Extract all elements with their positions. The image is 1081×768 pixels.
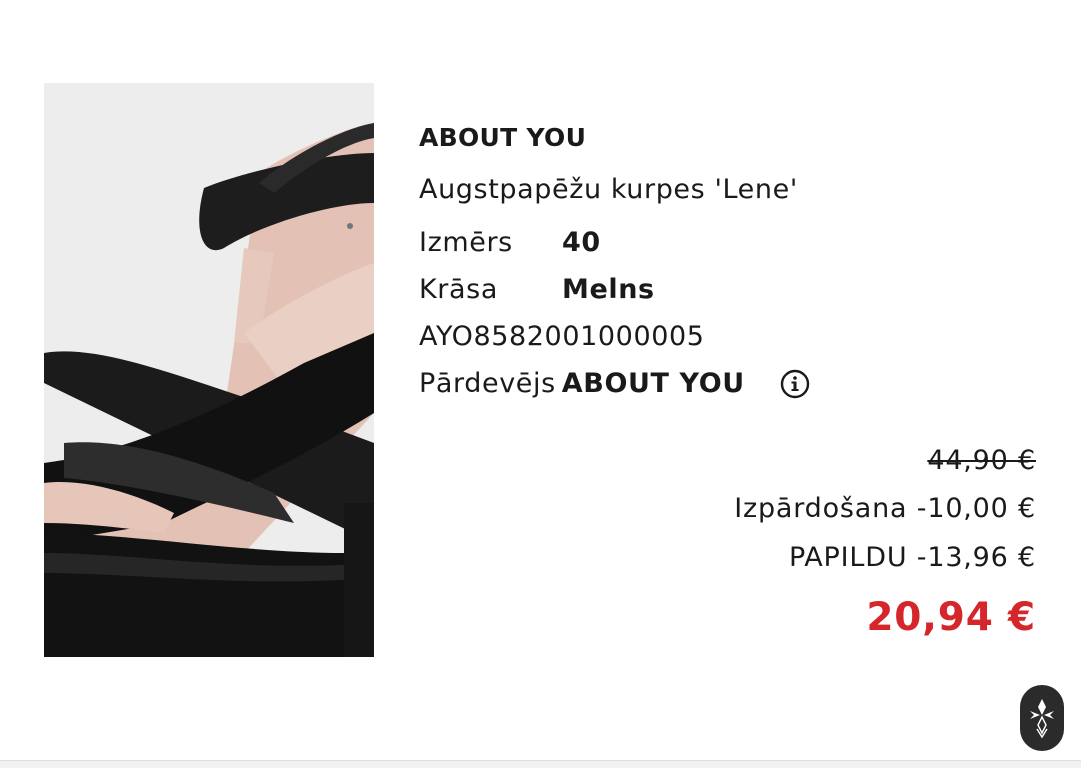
product-name[interactable]: Augstpapēžu kurpes 'Lene' [419,171,1039,209]
product-image[interactable] [44,83,374,657]
bottom-divider [0,760,1081,768]
assistant-button[interactable] [1020,685,1064,751]
sandal-image [44,83,374,657]
product-info: ABOUT YOU Augstpapēžu kurpes 'Lene' Izmē… [419,120,1039,407]
product-attributes: Izmērs 40 Krāsa Melns AYO8582001000005 Pār… [419,219,1039,407]
info-icon[interactable] [780,367,810,398]
cart-item-page: ABOUT YOU Augstpapēžu kurpes 'Lene' Izmē… [0,0,1081,768]
extra-discount: -13,96 € [916,542,1036,573]
seller-label: Pārdevējs [419,368,556,399]
sale-discount-row: Izpārdošana -10,00 € [734,484,1036,533]
price-summary: 44,90 € Izpārdošana -10,00 € PAPILDU -13… [734,438,1036,648]
seller-value: ABOUT YOU [561,368,745,399]
sku-value: AYO8582001000005 [419,321,705,352]
assistant-logo-icon [1030,699,1054,739]
sku-row: AYO8582001000005 [419,313,1039,360]
extra-discount-row: PAPILDU -13,96 € [734,533,1036,582]
extra-label: PAPILDU [788,542,908,573]
size-row: Izmērs 40 [419,219,1039,266]
color-label: Krāsa [419,274,498,305]
size-label: Izmērs [419,227,513,258]
color-row: Krāsa Melns [419,266,1039,313]
original-price: 44,90 € [927,445,1036,476]
final-price: 20,94 € [866,595,1036,640]
sale-discount: -10,00 € [916,493,1036,524]
size-value: 40 [562,227,601,258]
brand-name[interactable]: ABOUT YOU [419,120,1039,156]
sale-label: Izpārdošana [734,493,908,524]
seller-row: Pārdevējs ABOUT YOU [419,360,1039,407]
color-value: Melns [562,274,655,305]
